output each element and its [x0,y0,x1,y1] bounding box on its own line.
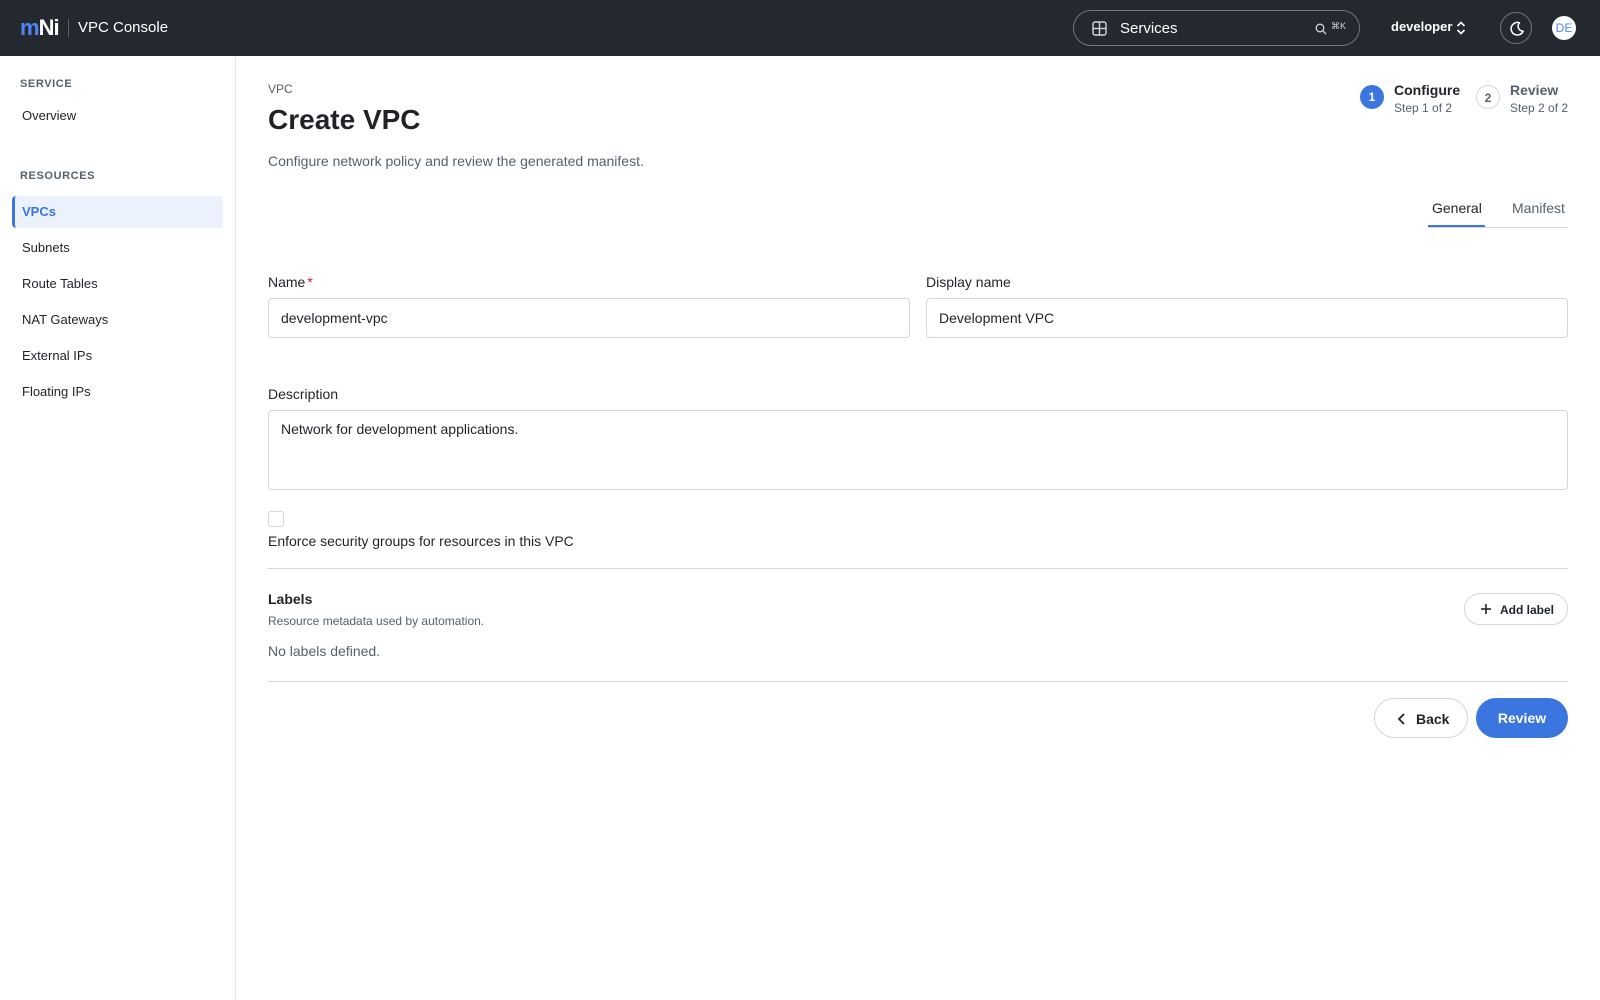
divider [268,681,1568,682]
moon-icon [1510,21,1524,36]
step-subtitle: Step 2 of 2 [1510,101,1569,115]
labels-subtitle: Resource metadata used by automation. [268,614,485,628]
display-name-label: Display name [926,274,1011,290]
search-shortcut: ⌘K [1331,21,1347,31]
step-number: 2 [1476,85,1500,109]
plus-icon [1481,604,1491,614]
top-bar: m Ni VPC Console Services ⌘K developer DE [0,0,1600,56]
main-content: VPC Create VPC Configure network policy … [236,56,1600,1000]
step-title: Review [1510,82,1559,98]
enforce-security-groups-checkbox[interactable] [268,511,284,527]
active-tab-indicator [1428,225,1485,227]
enforce-security-groups-label[interactable]: Enforce security groups for resources in… [268,533,574,549]
page-subtitle: Configure network policy and review the … [268,153,644,169]
add-label-button[interactable]: Add label [1464,593,1568,625]
description-label: Description [268,386,339,402]
step-title: Configure [1394,82,1461,98]
labels-empty-state: No labels defined. [268,643,381,659]
logo-ni: Ni [38,15,60,40]
chevron-up-down-icon[interactable] [1455,19,1467,37]
sidebar-item-route-tables[interactable]: Route Tables [12,268,223,300]
breadcrumb[interactable]: VPC [268,82,293,96]
app-title: VPC Console [78,19,169,36]
tab-bar: General Manifest [1428,192,1568,228]
sidebar-item-vpcs[interactable]: VPCs [12,196,223,228]
theme-toggle-button[interactable] [1500,12,1532,44]
sidebar-item-overview[interactable]: Overview [12,100,223,132]
step-number: 1 [1360,85,1384,109]
name-label: Name * [268,274,313,290]
name-input[interactable]: development-vpc [268,298,910,338]
project-selector[interactable]: developer [1391,19,1452,34]
logo[interactable]: m Ni [20,15,60,40]
description-textarea[interactable]: Network for development applications. [268,410,1568,490]
add-label-button-text: Add label [1500,603,1555,617]
tab-manifest[interactable]: Manifest [1512,200,1565,216]
grid-icon [1092,21,1107,36]
sidebar-heading-resources: RESOURCES [20,170,96,182]
display-name-input[interactable]: Development VPC [926,298,1568,338]
search-icon [1315,23,1327,35]
name-label-text: Name [268,274,306,290]
back-button-text: Back [1416,711,1450,727]
divider [268,568,1568,569]
header-divider [68,19,69,37]
sidebar-item-nat-gateways[interactable]: NAT Gateways [12,304,223,336]
sidebar-item-subnets[interactable]: Subnets [12,232,223,264]
sidebar-heading-service: SERVICE [20,78,73,90]
labels-title: Labels [268,591,313,607]
chevron-left-icon [1397,713,1405,725]
page-title: Create VPC [268,104,421,135]
sidebar-item-external-ips[interactable]: External IPs [12,340,223,372]
services-search[interactable]: Services ⌘K [1073,10,1360,46]
back-button[interactable]: Back [1374,698,1468,738]
sidebar-item-floating-ips[interactable]: Floating IPs [12,376,223,408]
sidebar: SERVICE Overview RESOURCES VPCs Subnets … [0,56,236,1000]
review-button[interactable]: Review [1476,698,1568,738]
avatar[interactable]: DE [1552,16,1576,40]
logo-m: m [20,15,40,40]
tab-general[interactable]: General [1432,200,1482,216]
search-label: Services [1120,20,1178,37]
required-marker: * [307,274,313,290]
step-subtitle: Step 1 of 2 [1394,101,1453,115]
